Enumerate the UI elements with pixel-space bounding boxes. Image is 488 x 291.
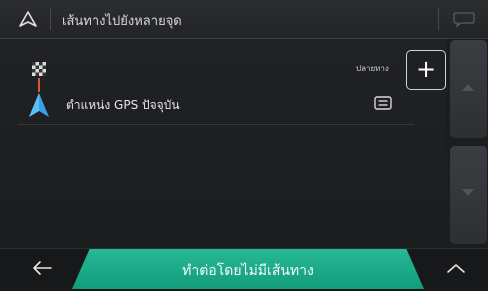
triangle-up-icon — [462, 84, 474, 91]
add-label: + — [415, 55, 437, 83]
main-action-label: ทำต่อโดยไม่มีเส้นทาง — [182, 263, 314, 279]
expand-button[interactable] — [430, 250, 486, 288]
continue-without-route-button[interactable]: ทำต่อโดยไม่มีเส้นทาง — [72, 249, 424, 289]
destination-label: ปลายทาง — [356, 64, 389, 73]
route-line — [38, 78, 40, 92]
chevron-up-icon — [447, 264, 465, 273]
blue-arrow-icon — [29, 93, 49, 117]
back-button[interactable] — [10, 250, 70, 288]
speech-bubble-icon[interactable] — [452, 10, 476, 28]
back-arrow-icon — [33, 261, 52, 275]
menu-icon[interactable] — [374, 96, 392, 110]
start-point-label[interactable]: ตำแหน่ง GPS ปัจจุบัน — [66, 96, 180, 115]
row-divider — [18, 124, 414, 125]
navigation-arrow-icon[interactable] — [18, 10, 38, 28]
scroll-up-button[interactable] — [450, 40, 487, 138]
page-title: เส้นทางไปยังหลายจุด — [62, 14, 182, 29]
divider — [50, 8, 51, 30]
add-destination-button[interactable]: + — [406, 50, 446, 90]
scroll-down-button[interactable] — [450, 146, 487, 244]
divider — [438, 8, 439, 30]
checkered-flag-icon — [32, 62, 46, 76]
top-bar: เส้นทางไปยังหลายจุด — [0, 0, 488, 39]
triangle-down-icon — [462, 189, 474, 196]
